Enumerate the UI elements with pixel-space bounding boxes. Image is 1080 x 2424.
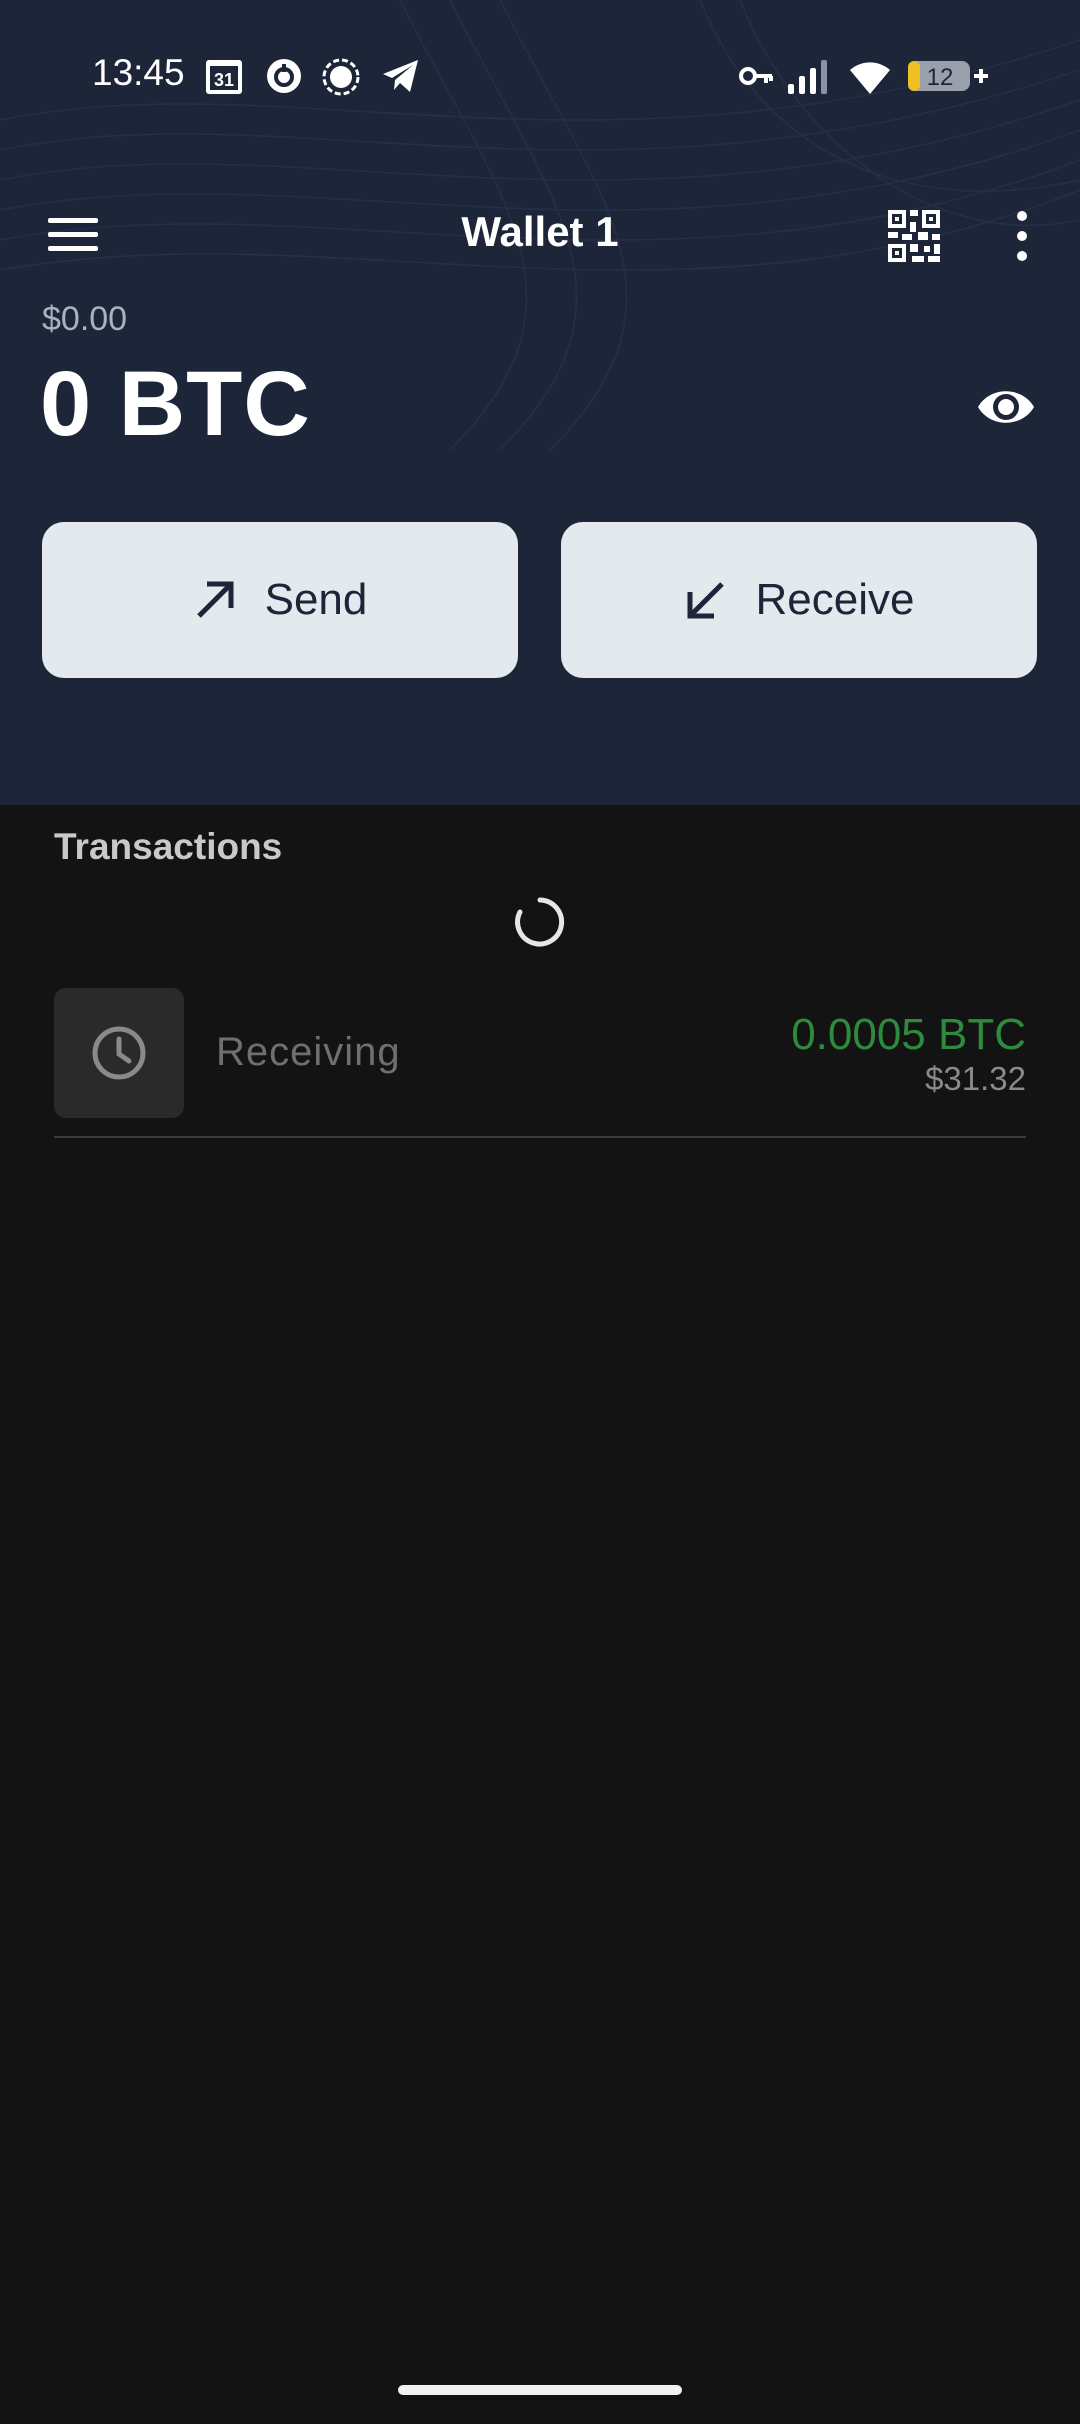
transaction-icon-box: [54, 988, 184, 1118]
send-label: Send: [264, 575, 368, 624]
vpn-key-icon: [739, 67, 773, 85]
sync-icon: [267, 59, 301, 93]
transaction-fiat: $31.32: [925, 1060, 1026, 1097]
clock-icon: [92, 1026, 146, 1080]
more-vert-icon[interactable]: [1000, 210, 1044, 262]
arrow-down-left-icon: [687, 582, 724, 619]
receive-label: Receive: [755, 575, 915, 624]
battery-level: 12: [927, 64, 954, 91]
status-time: 13:45: [92, 52, 185, 93]
arrow-up-right-icon: [196, 581, 234, 618]
loading-spinner-icon: [515, 897, 565, 947]
transactions-title: Transactions: [54, 826, 283, 867]
signal-app-icon: [322, 58, 360, 96]
calendar-icon: 31: [206, 60, 242, 94]
transaction-label: Receiving: [216, 1030, 401, 1074]
transaction-amount: 0.0005 BTC: [791, 1010, 1026, 1059]
qr-code-icon[interactable]: [888, 210, 940, 262]
cellular-signal-icon: [788, 60, 827, 94]
transaction-row[interactable]: Receiving 0.0005 BTC $31.32: [54, 988, 1026, 1138]
eye-icon[interactable]: [976, 380, 1036, 434]
wifi-icon: [850, 62, 890, 94]
calendar-day: 31: [214, 70, 234, 90]
btc-balance: 0 BTC: [40, 353, 311, 455]
telegram-icon: [383, 60, 418, 92]
battery-icon: 12: [908, 61, 988, 91]
wallet-header: 13:45 31 12 Wallet 1 $0.00 0 BTC Send Re…: [0, 0, 1080, 805]
status-bar: 13:45 31 12: [0, 0, 1080, 150]
fiat-balance: $0.00: [42, 300, 128, 338]
send-button[interactable]: Send: [42, 522, 518, 678]
home-indicator[interactable]: [398, 2385, 682, 2395]
receive-button[interactable]: Receive: [561, 522, 1037, 678]
